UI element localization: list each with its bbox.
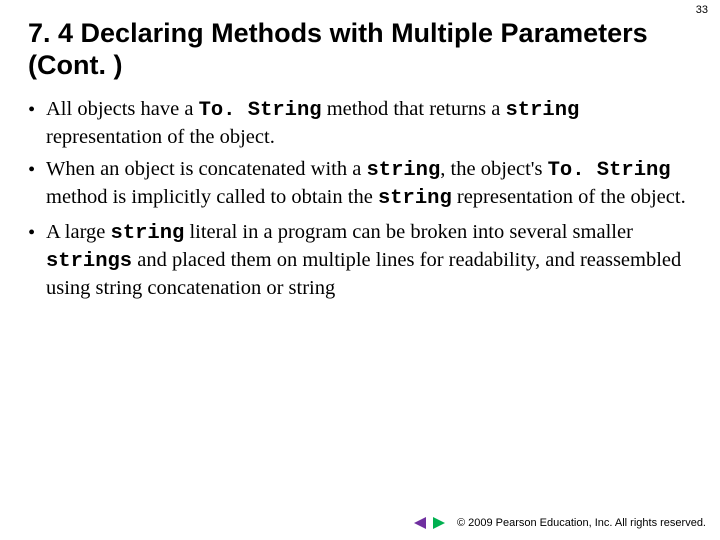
bullet-marker: • (28, 96, 46, 150)
copyright-text: © 2009 Pearson Education, Inc. All right… (457, 517, 706, 529)
footer: © 2009 Pearson Education, Inc. All right… (412, 516, 706, 530)
code-run: strings (46, 250, 132, 273)
bullet-text: A large string literal in a program can … (46, 219, 690, 302)
code-run: To. String (199, 99, 322, 122)
text-run: method that returns a (322, 98, 506, 120)
next-icon[interactable] (431, 516, 447, 530)
text-run: When an object is concatenated with a (46, 158, 366, 180)
text-run: and placed them on multiple lines for re… (46, 249, 681, 299)
text-run: A large (46, 221, 111, 243)
bullet-marker: • (28, 156, 46, 212)
code-run: string (378, 187, 452, 210)
text-run: , the object's (440, 158, 547, 180)
text-run: literal in a program can be broken into … (184, 221, 633, 243)
bullet-item: • All objects have a To. String method t… (28, 96, 690, 150)
code-run: string (505, 99, 579, 122)
text-run: method is implicitly called to obtain th… (46, 186, 378, 208)
bullet-item: • When an object is concatenated with a … (28, 156, 690, 212)
prev-icon[interactable] (412, 516, 428, 530)
slide-content: • All objects have a To. String method t… (0, 88, 720, 302)
bullet-marker: • (28, 219, 46, 302)
text-run: All objects have a (46, 98, 199, 120)
code-run: To. String (548, 159, 671, 182)
slide-title: 7. 4 Declaring Methods with Multiple Par… (0, 0, 720, 88)
page-number: 33 (696, 4, 708, 16)
bullet-text: All objects have a To. String method tha… (46, 96, 690, 150)
text-run: representation of the object. (46, 126, 275, 148)
nav-controls (412, 516, 447, 530)
code-run: string (366, 159, 440, 182)
bullet-item: • A large string literal in a program ca… (28, 219, 690, 302)
bullet-text: When an object is concatenated with a st… (46, 156, 690, 212)
text-run: representation of the object. (452, 186, 686, 208)
code-run: string (111, 222, 185, 245)
